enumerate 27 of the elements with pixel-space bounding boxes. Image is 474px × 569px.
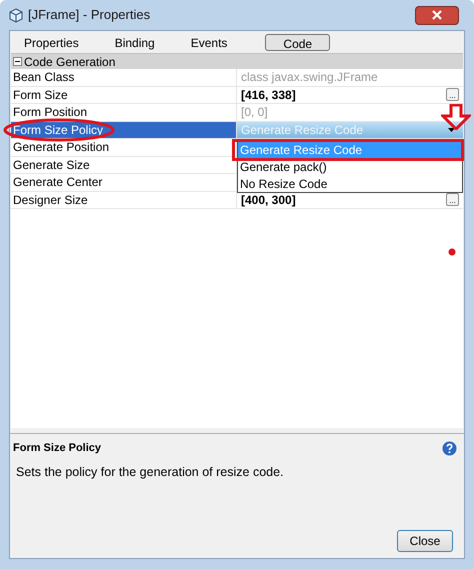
property-value: [400, 300]: [241, 192, 296, 209]
category-label: Code Generation: [24, 54, 116, 70]
ellipsis-button[interactable]: ...: [446, 88, 459, 102]
tab[interactable]: Code: [265, 34, 330, 50]
collapse-icon[interactable]: [13, 57, 22, 66]
close-icon: [432, 10, 442, 20]
property-value: [416, 338]: [241, 86, 296, 104]
dropdown-option[interactable]: Generate pack(): [238, 158, 462, 175]
help-icon[interactable]: [442, 440, 457, 456]
description-text: Sets the policy for the generation of resize code.: [16, 464, 285, 481]
property-value: class javax.swing.JFrame: [241, 69, 378, 86]
dropdown-option[interactable]: No Resize Code: [238, 175, 462, 192]
description-title: Form Size Policy: [13, 441, 102, 456]
property-value: [0, 0]: [241, 104, 268, 122]
dropdown-arrow-icon: [448, 128, 455, 132]
ellipsis-button[interactable]: ...: [446, 193, 459, 206]
tab[interactable]: Events: [182, 34, 236, 50]
down-arrow-icon: [441, 104, 471, 130]
window-title: [JFrame] - Properties: [28, 6, 150, 24]
tab[interactable]: Properties: [16, 34, 87, 50]
cube-icon: [9, 8, 23, 22]
tab[interactable]: Binding: [106, 34, 163, 50]
close-button[interactable]: [415, 6, 459, 24]
dot-mark: [448, 248, 456, 256]
property-name[interactable]: Form Size: [11, 86, 237, 103]
close-dialog-button[interactable]: Close: [397, 530, 453, 552]
category-header[interactable]: Code Generation: [11, 54, 463, 69]
